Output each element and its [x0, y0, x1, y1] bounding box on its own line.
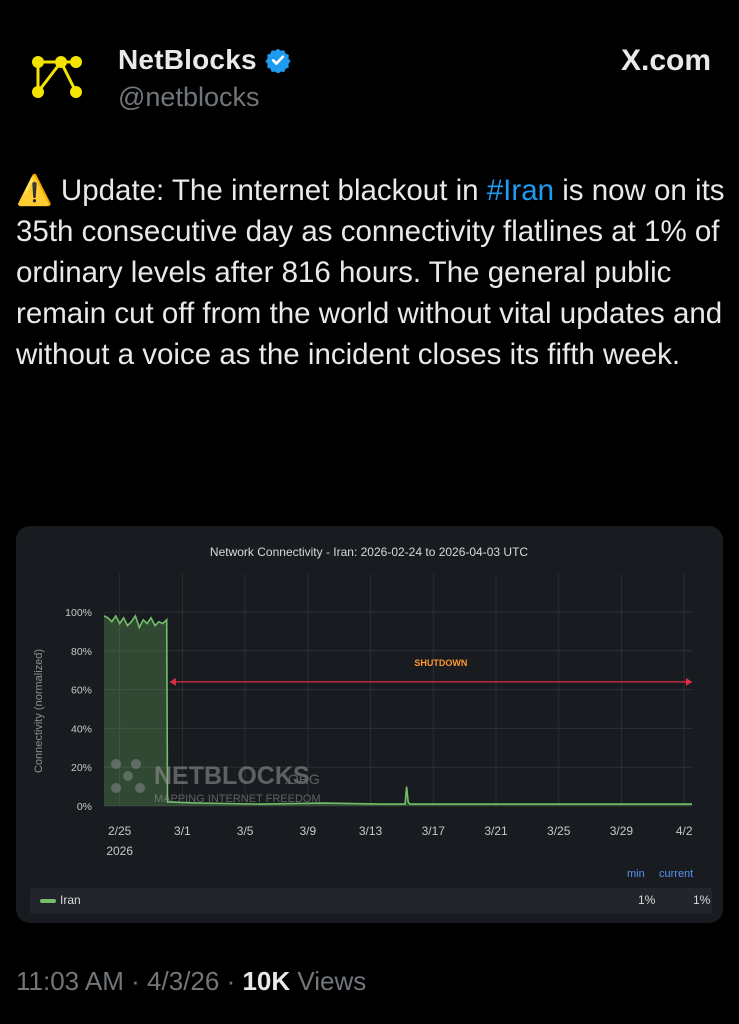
y-tick-label: 60% — [71, 685, 92, 697]
chart-title: Network Connectivity - Iran: 2026-02-24 … — [210, 545, 528, 559]
legend-header-min: min — [627, 868, 645, 880]
shutdown-label: SHUTDOWN — [414, 658, 467, 668]
x-tick-label: 3/13 — [359, 824, 383, 838]
legend-current-value: 1% — [693, 893, 711, 907]
watermark-tagline: MAPPING INTERNET FREEDOM — [154, 793, 321, 805]
author-name[interactable]: NetBlocks — [118, 44, 257, 76]
legend-header-current: current — [659, 868, 694, 880]
connectivity-chart: Network Connectivity - Iran: 2026-02-24 … — [33, 545, 693, 858]
tweet-header: NetBlocks @netblocks X.com — [0, 0, 739, 130]
legend-row: Iran 1% 1% — [30, 888, 712, 914]
shutdown-arrow-right — [686, 677, 692, 686]
watermark-logo-dot — [111, 759, 121, 769]
x-tick-label: 3/21 — [484, 824, 508, 838]
views-label: Views — [297, 966, 367, 996]
x-tick-label: 3/5 — [237, 824, 254, 838]
tweet-text-part-1: Update: The internet blackout in — [52, 174, 487, 207]
legend-min-value: 1% — [638, 893, 656, 907]
watermark-logo-dot — [131, 759, 141, 769]
author-name-row[interactable]: NetBlocks — [118, 44, 291, 76]
x-tick-year: 2026 — [106, 844, 133, 858]
footer-separator: · — [219, 966, 243, 996]
y-tick-label: 0% — [77, 801, 92, 813]
chart-image[interactable]: Network Connectivity - Iran: 2026-02-24 … — [16, 526, 723, 923]
x-tick-label: 3/9 — [299, 824, 316, 838]
footer-separator: · — [123, 966, 148, 996]
x-tick-label: 3/25 — [547, 824, 571, 838]
hashtag-link[interactable]: #Iran — [487, 174, 554, 207]
warning-icon: ⚠️ — [16, 174, 53, 207]
watermark-suffix: .ORG — [284, 771, 320, 787]
x-tick-label: 4/2 — [676, 824, 693, 838]
shutdown-arrow-left — [169, 677, 176, 686]
y-tick-label: 100% — [65, 607, 92, 619]
x-tick-label: 3/1 — [174, 824, 191, 838]
views-count: 10K — [242, 966, 291, 996]
y-tick-label: 80% — [71, 646, 92, 658]
y-tick-label: 40% — [71, 723, 92, 735]
y-axis-label: Connectivity (normalized) — [33, 649, 45, 773]
netblocks-logo[interactable] — [28, 54, 88, 100]
x-tick-label: 3/29 — [610, 824, 634, 838]
tweet-date[interactable]: 4/3/26 — [147, 966, 219, 996]
tweet-time[interactable]: 11:03 AM — [16, 966, 124, 996]
author-handle[interactable]: @netblocks — [118, 82, 259, 113]
site-label: X.com — [620, 44, 711, 77]
y-tick-label: 20% — [71, 762, 92, 774]
legend-series-name: Iran — [60, 893, 81, 907]
watermark-logo-dot — [135, 783, 145, 793]
watermark-logo-dot — [123, 771, 133, 781]
tweet-text: ⚠️ Update: The internet blackout in #Ira… — [16, 170, 728, 375]
verified-badge-icon — [265, 48, 291, 73]
legend-swatch — [40, 899, 56, 903]
tweet-footer: 11:03 AM · 4/3/26 · 10K Views — [16, 966, 366, 997]
x-tick-label: 2/25 — [108, 824, 132, 838]
x-tick-label: 3/17 — [422, 824, 446, 838]
watermark-logo-dot — [111, 783, 121, 793]
